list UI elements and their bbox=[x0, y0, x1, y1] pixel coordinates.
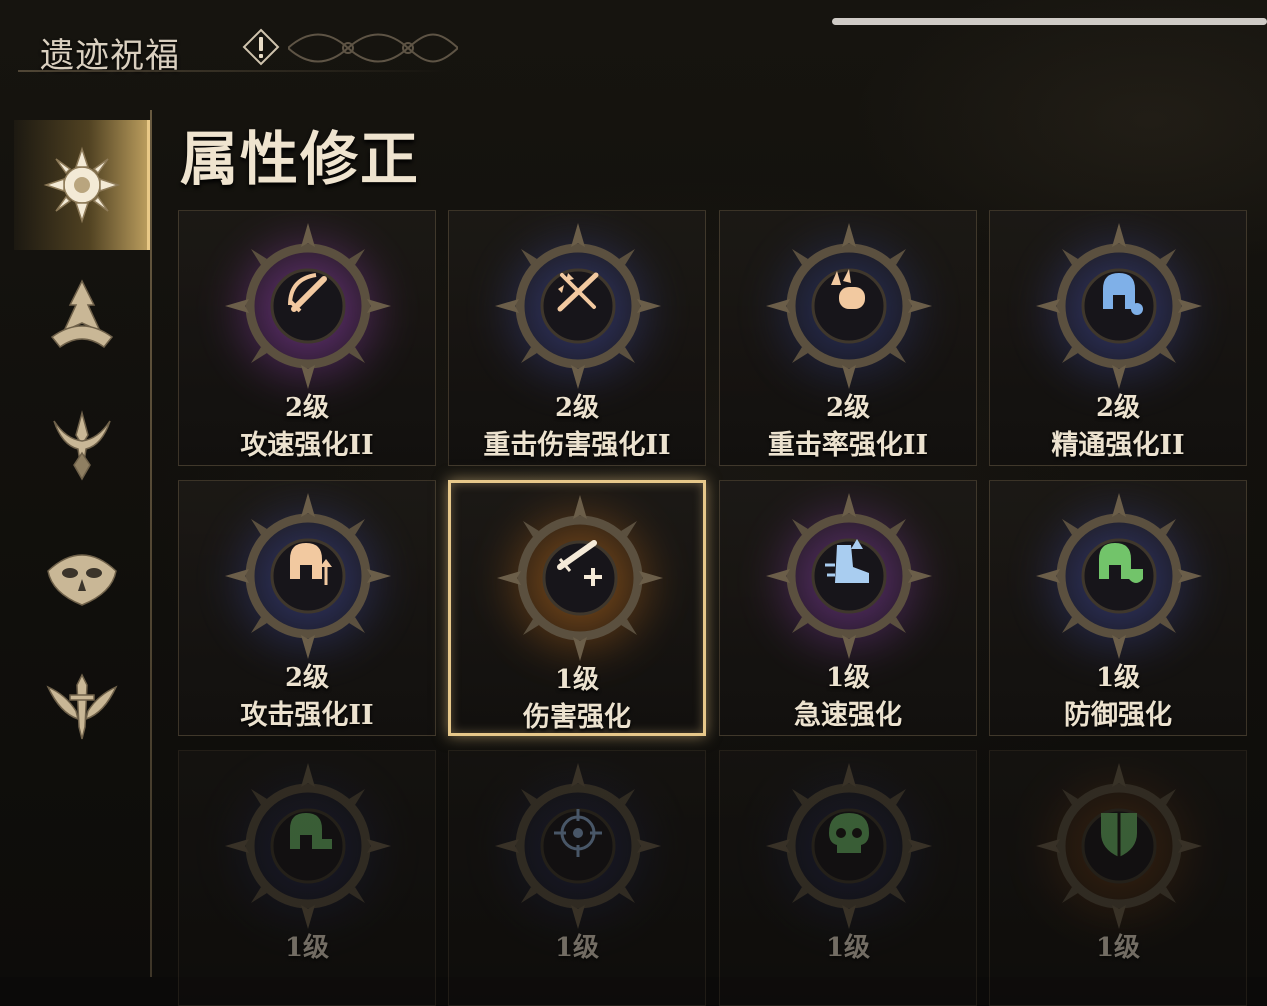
trident-emblem-icon bbox=[53, 410, 111, 481]
sidebar-item-spire[interactable] bbox=[14, 250, 150, 380]
card-name: 精通强化II bbox=[1051, 430, 1185, 461]
card-name: 急速强化 bbox=[794, 700, 902, 731]
card-name: 攻速强化II bbox=[240, 430, 374, 461]
sidebar-item-trident[interactable] bbox=[14, 380, 150, 510]
blessing-card[interactable]: 2级精通强化II bbox=[989, 210, 1247, 466]
card-level: 1级 bbox=[284, 933, 330, 963]
card-level: 2级 bbox=[284, 393, 330, 423]
helmet-green-icon bbox=[290, 813, 332, 849]
card-name: 重击伤害强化II bbox=[483, 430, 671, 461]
blessing-card[interactable]: 2级攻速强化II bbox=[178, 210, 436, 466]
sidebar-item-winged-sword[interactable] bbox=[14, 640, 150, 770]
helmet-shield-icon bbox=[1099, 543, 1143, 583]
card-name: 伤害强化 bbox=[523, 702, 631, 733]
card-level: 2级 bbox=[284, 663, 330, 693]
crossed-swords-burst-icon bbox=[557, 272, 599, 312]
category-sidebar bbox=[0, 110, 152, 977]
shield-green-icon bbox=[1101, 813, 1137, 857]
card-level: 1级 bbox=[1095, 933, 1141, 963]
blessing-grid: 2级 攻速强化II 2级 重击伤害强化II 2级 重击率强化II 2级 精通强化II 2级 攻击强… bbox=[178, 210, 1250, 1006]
winged-sword-emblem-icon bbox=[46, 673, 118, 740]
exclamation-diamond-icon[interactable] bbox=[242, 28, 280, 66]
blessing-card[interactable]: 2级重击伤害强化II bbox=[448, 210, 706, 466]
card-level: 2级 bbox=[554, 393, 600, 423]
card-level: 1级 bbox=[825, 663, 871, 693]
helmet-blue-icon bbox=[1103, 273, 1143, 315]
sword-plus-icon bbox=[557, 540, 602, 586]
helmet-up-icon bbox=[290, 543, 332, 585]
header-ornament-icon bbox=[288, 33, 458, 63]
scrollbar[interactable] bbox=[832, 18, 1267, 25]
panel-header: 遗迹祝福 bbox=[18, 20, 458, 76]
sidebar-item-mask[interactable] bbox=[14, 510, 150, 640]
blessing-card[interactable]: 1级急速强化 bbox=[719, 480, 977, 736]
mask-emblem-icon bbox=[47, 554, 117, 606]
card-name: 重击率强化II bbox=[767, 430, 929, 461]
bow-sword-icon bbox=[288, 273, 327, 313]
blessing-card[interactable]: 1级 bbox=[989, 750, 1247, 1006]
section-title: 属性修正 bbox=[180, 125, 421, 193]
sidebar-item-sun[interactable] bbox=[14, 120, 150, 250]
sidebar-divider bbox=[150, 110, 152, 977]
blessing-card[interactable]: 2级重击率强化II bbox=[719, 210, 977, 466]
blessing-card[interactable]: 1级伤害强化 bbox=[448, 480, 706, 736]
spire-emblem-icon bbox=[50, 279, 114, 349]
card-level: 1级 bbox=[554, 665, 600, 695]
crosshair-icon bbox=[554, 809, 602, 857]
card-level: 2级 bbox=[825, 393, 871, 423]
blessing-card[interactable]: 1级 bbox=[719, 750, 977, 1006]
blessing-card[interactable]: 1级 bbox=[448, 750, 706, 1006]
blessing-card[interactable]: 1级防御强化 bbox=[989, 480, 1247, 736]
game-screen: 遗迹祝福 属性修正 2级 攻速强化II 2级 重击伤害强化II 2级 重击率强化… bbox=[0, 0, 1267, 1006]
sun-emblem-icon bbox=[43, 146, 121, 224]
card-level: 2级 bbox=[1095, 393, 1141, 423]
card-level: 1级 bbox=[825, 933, 871, 963]
boot-speed-icon bbox=[825, 539, 869, 583]
card-level: 1级 bbox=[554, 933, 600, 963]
blessing-card[interactable]: 2级攻击强化II bbox=[178, 480, 436, 736]
blessing-card[interactable]: 1级 bbox=[178, 750, 436, 1006]
fist-burst-icon bbox=[831, 269, 865, 309]
card-level: 1级 bbox=[1095, 663, 1141, 693]
skull-icon bbox=[829, 813, 869, 853]
header-underline bbox=[18, 70, 448, 72]
card-name: 攻击强化II bbox=[240, 700, 374, 731]
card-name: 防御强化 bbox=[1064, 700, 1172, 731]
